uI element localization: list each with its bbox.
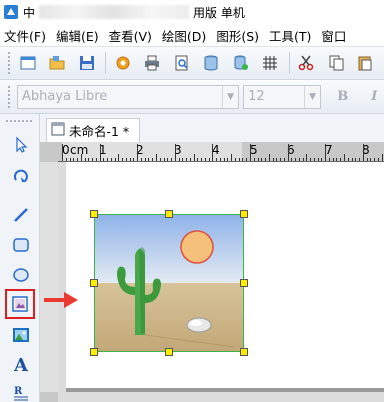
menu-draw[interactable]: 绘图(D) <box>158 26 210 45</box>
menu-tools[interactable]: 工具(T) <box>265 26 315 45</box>
title-suffix: 用版 单机 <box>193 5 245 20</box>
print-preview-icon[interactable] <box>171 52 192 74</box>
toolbar-separator <box>288 52 290 74</box>
title-bar: 中 用版 单机 <box>0 0 384 24</box>
document-tab[interactable]: 未命名-1 * <box>46 118 141 142</box>
font-size-select[interactable]: 12 ▼ <box>243 84 322 109</box>
desert-cactus-illustration <box>95 215 243 351</box>
ellipse-tool-icon[interactable] <box>8 262 34 288</box>
font-name-value: Abhaya Libre <box>21 89 108 104</box>
title-redaction <box>39 5 190 19</box>
vertical-ruler-page-area <box>40 162 58 392</box>
menu-edit[interactable]: 编辑(E) <box>52 26 103 45</box>
menu-file[interactable]: 文件(F) <box>0 26 50 45</box>
ruler-tick <box>325 144 327 162</box>
title-prefix: 中 <box>23 5 36 20</box>
vertical-ruler <box>40 142 58 402</box>
rich-text-tool-icon[interactable]: R <box>8 380 34 402</box>
resize-handle-bottom-right[interactable] <box>240 348 248 356</box>
menu-bar: 文件(F) 编辑(E) 查看(V) 绘图(D) 图形(S) 工具(T) 窗口 <box>0 24 384 46</box>
page-shadow <box>66 388 384 392</box>
main-toolbar <box>0 46 384 80</box>
menu-window[interactable]: 窗口 <box>317 26 350 45</box>
ruler-tick <box>287 144 289 162</box>
ruler-tick <box>362 144 364 162</box>
ruler-tick <box>99 144 101 162</box>
toolbar-grip[interactable] <box>8 85 11 108</box>
rounded-rectangle-tool-icon[interactable] <box>8 232 34 258</box>
toolbar-grip[interactable] <box>8 52 11 74</box>
resize-handle-top[interactable] <box>165 210 173 218</box>
image-tool-icon[interactable] <box>5 289 35 319</box>
document-tab-strip: 未命名-1 * <box>40 114 384 142</box>
resize-handle-bottom[interactable] <box>165 348 173 356</box>
save-icon[interactable] <box>76 52 97 74</box>
image-object[interactable] <box>90 210 248 356</box>
database-icon[interactable] <box>200 52 221 74</box>
ruler-tick <box>212 144 214 162</box>
ruler-tick <box>250 144 251 162</box>
svg-text:R: R <box>14 386 23 397</box>
ruler-tick <box>62 144 63 162</box>
tools-panel: A R <box>0 114 40 402</box>
horizontal-ruler: 0 cm 1 2 3 4 5 6 7 8 <box>58 142 384 162</box>
new-document-icon[interactable] <box>17 52 38 74</box>
database-settings-icon[interactable] <box>230 52 251 74</box>
menu-shape[interactable]: 图形(S) <box>212 26 263 45</box>
copy-icon[interactable] <box>325 52 346 74</box>
bold-button[interactable]: B <box>333 86 352 108</box>
text-tool-icon[interactable]: A <box>8 352 34 378</box>
red-arrow-icon <box>42 290 82 313</box>
resize-handle-right[interactable] <box>240 279 248 287</box>
rotate-tool-icon[interactable] <box>8 164 34 190</box>
document-icon <box>51 122 65 139</box>
resize-handle-top-left[interactable] <box>90 210 98 218</box>
paste-icon[interactable] <box>355 52 376 74</box>
italic-button[interactable]: I <box>365 86 384 108</box>
font-toolbar: Abhaya Libre ▼ 12 ▼ B I <box>0 80 384 114</box>
font-size-value: 12 <box>248 89 265 104</box>
ruler-number: 5 <box>250 143 258 157</box>
font-name-select[interactable]: Abhaya Libre ▼ <box>16 84 240 109</box>
window-title: 中 用版 单机 <box>23 4 245 21</box>
cut-scissors-icon[interactable] <box>296 52 317 74</box>
print-icon[interactable] <box>142 52 163 74</box>
picture-landscape-icon[interactable] <box>8 322 34 348</box>
toolbar-separator <box>105 52 107 74</box>
grid-icon[interactable] <box>259 52 280 74</box>
resize-handle-top-right[interactable] <box>240 210 248 218</box>
document-tab-label: 未命名-1 * <box>69 124 130 139</box>
settings-gear-icon[interactable] <box>112 52 133 74</box>
resize-handle-bottom-left[interactable] <box>90 348 98 356</box>
line-tool-icon[interactable] <box>8 202 34 228</box>
select-pointer-icon[interactable] <box>8 132 34 158</box>
ruler-unit-label: cm <box>70 143 89 157</box>
chevron-down-icon[interactable]: ▼ <box>304 85 320 108</box>
app-logo-icon <box>3 4 19 20</box>
ruler-tick <box>137 144 139 162</box>
open-folder-icon[interactable] <box>46 52 67 74</box>
menu-view[interactable]: 查看(V) <box>105 26 156 45</box>
resize-handle-left[interactable] <box>90 279 98 287</box>
chevron-down-icon[interactable]: ▼ <box>222 85 238 108</box>
panel-grip[interactable] <box>6 120 32 123</box>
ruler-tick <box>174 144 176 162</box>
ruler-number: 0 <box>62 143 70 157</box>
